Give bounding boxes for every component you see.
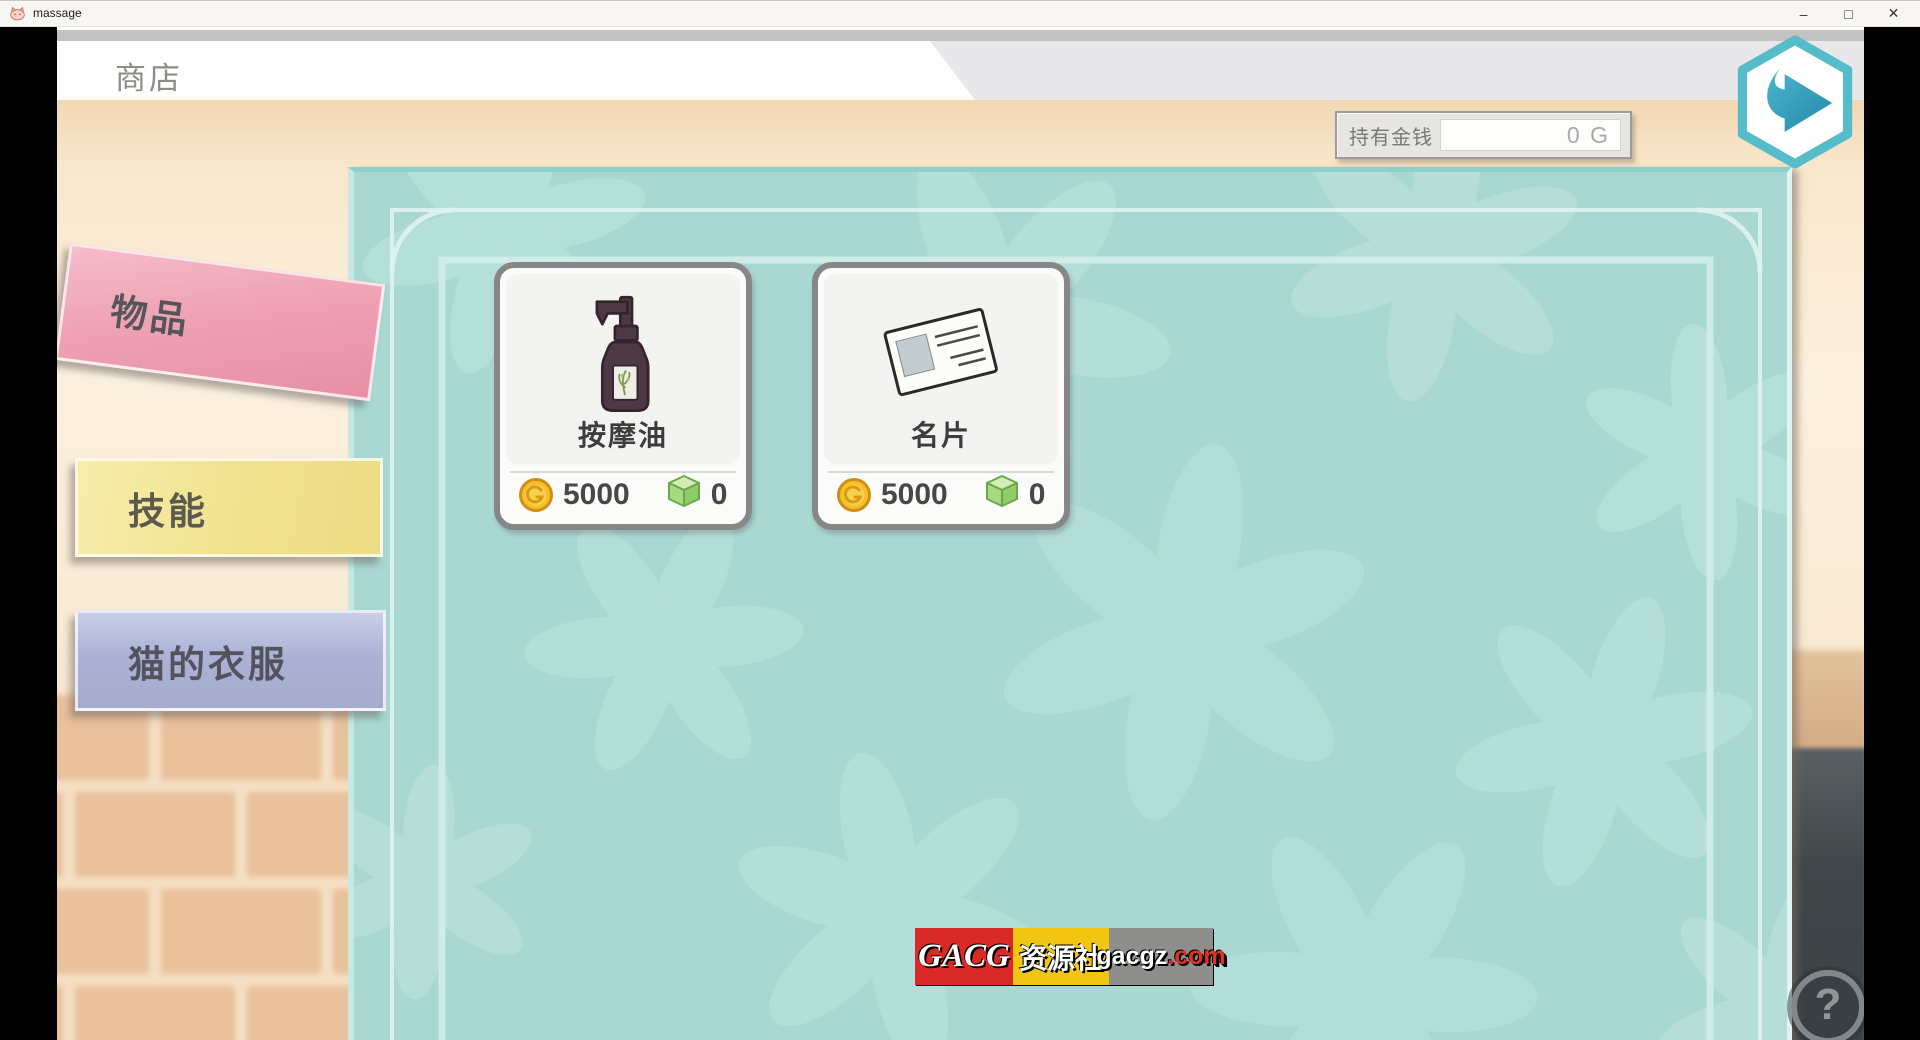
- massage-oil-image: [506, 288, 740, 418]
- money-display: 持有金钱 0 G: [1335, 111, 1632, 159]
- window-titlebar: massage – □ ✕: [0, 0, 1920, 27]
- page-title: 商店: [115, 53, 183, 98]
- cat-icon: [9, 6, 26, 21]
- shop-item-card[interactable]: 按摩油 5000 0: [494, 262, 752, 530]
- item-preview-area: 按摩油: [506, 274, 740, 464]
- watermark-cn: 资源社: [1013, 928, 1109, 985]
- top-strip: [57, 30, 1864, 41]
- tab-label: 猫的衣服: [128, 634, 288, 688]
- item-preview-area: 名片: [824, 274, 1058, 464]
- question-mark-icon: ?: [1815, 980, 1842, 1030]
- watermark-gacg: GACG: [915, 928, 1013, 985]
- tab-label: 技能: [128, 481, 208, 535]
- gold-price: 5000: [563, 478, 630, 512]
- green-cube-icon: [984, 473, 1020, 509]
- minimize-button[interactable]: –: [1781, 0, 1826, 27]
- gold-coin-icon: [518, 477, 554, 513]
- brick-wall: [57, 695, 354, 1040]
- money-label: 持有金钱: [1349, 121, 1433, 150]
- cube-price: 0: [711, 478, 728, 512]
- maximize-button[interactable]: □: [1826, 0, 1871, 27]
- tab-label: 物品: [107, 281, 193, 345]
- tab-cat-clothes[interactable]: 猫的衣服: [75, 610, 386, 711]
- item-name: 按摩油: [578, 414, 668, 454]
- business-card-image: [824, 288, 1058, 418]
- header-gray-segment: [930, 41, 1864, 100]
- money-value: 0 G: [1567, 122, 1610, 149]
- item-name: 名片: [911, 414, 971, 454]
- return-button[interactable]: [1733, 35, 1857, 169]
- window-title: massage: [33, 6, 82, 20]
- close-button[interactable]: ✕: [1871, 0, 1916, 27]
- gold-coin-icon: [836, 477, 872, 513]
- shop-item-card[interactable]: 名片 5000 0: [812, 262, 1070, 530]
- cube-price: 0: [1029, 478, 1046, 512]
- watermark: GACG 资源社 gacgz.com: [915, 928, 1213, 985]
- game-viewport: 商店: [57, 27, 1864, 1040]
- green-cube-icon: [666, 473, 702, 509]
- money-field: 0 G: [1440, 119, 1621, 151]
- watermark-domain: gacgz.com: [1109, 928, 1213, 985]
- item-price-row: 5000 0: [824, 470, 1058, 520]
- tab-skills[interactable]: 技能: [75, 458, 383, 557]
- help-button[interactable]: ?: [1791, 970, 1864, 1040]
- item-price-row: 5000 0: [506, 470, 740, 520]
- shop-panel: 按摩油 5000 0: [348, 167, 1792, 1040]
- gold-price: 5000: [881, 478, 948, 512]
- return-arrow-icon: [1733, 35, 1857, 169]
- shop-header-bar: 商店: [57, 41, 1864, 100]
